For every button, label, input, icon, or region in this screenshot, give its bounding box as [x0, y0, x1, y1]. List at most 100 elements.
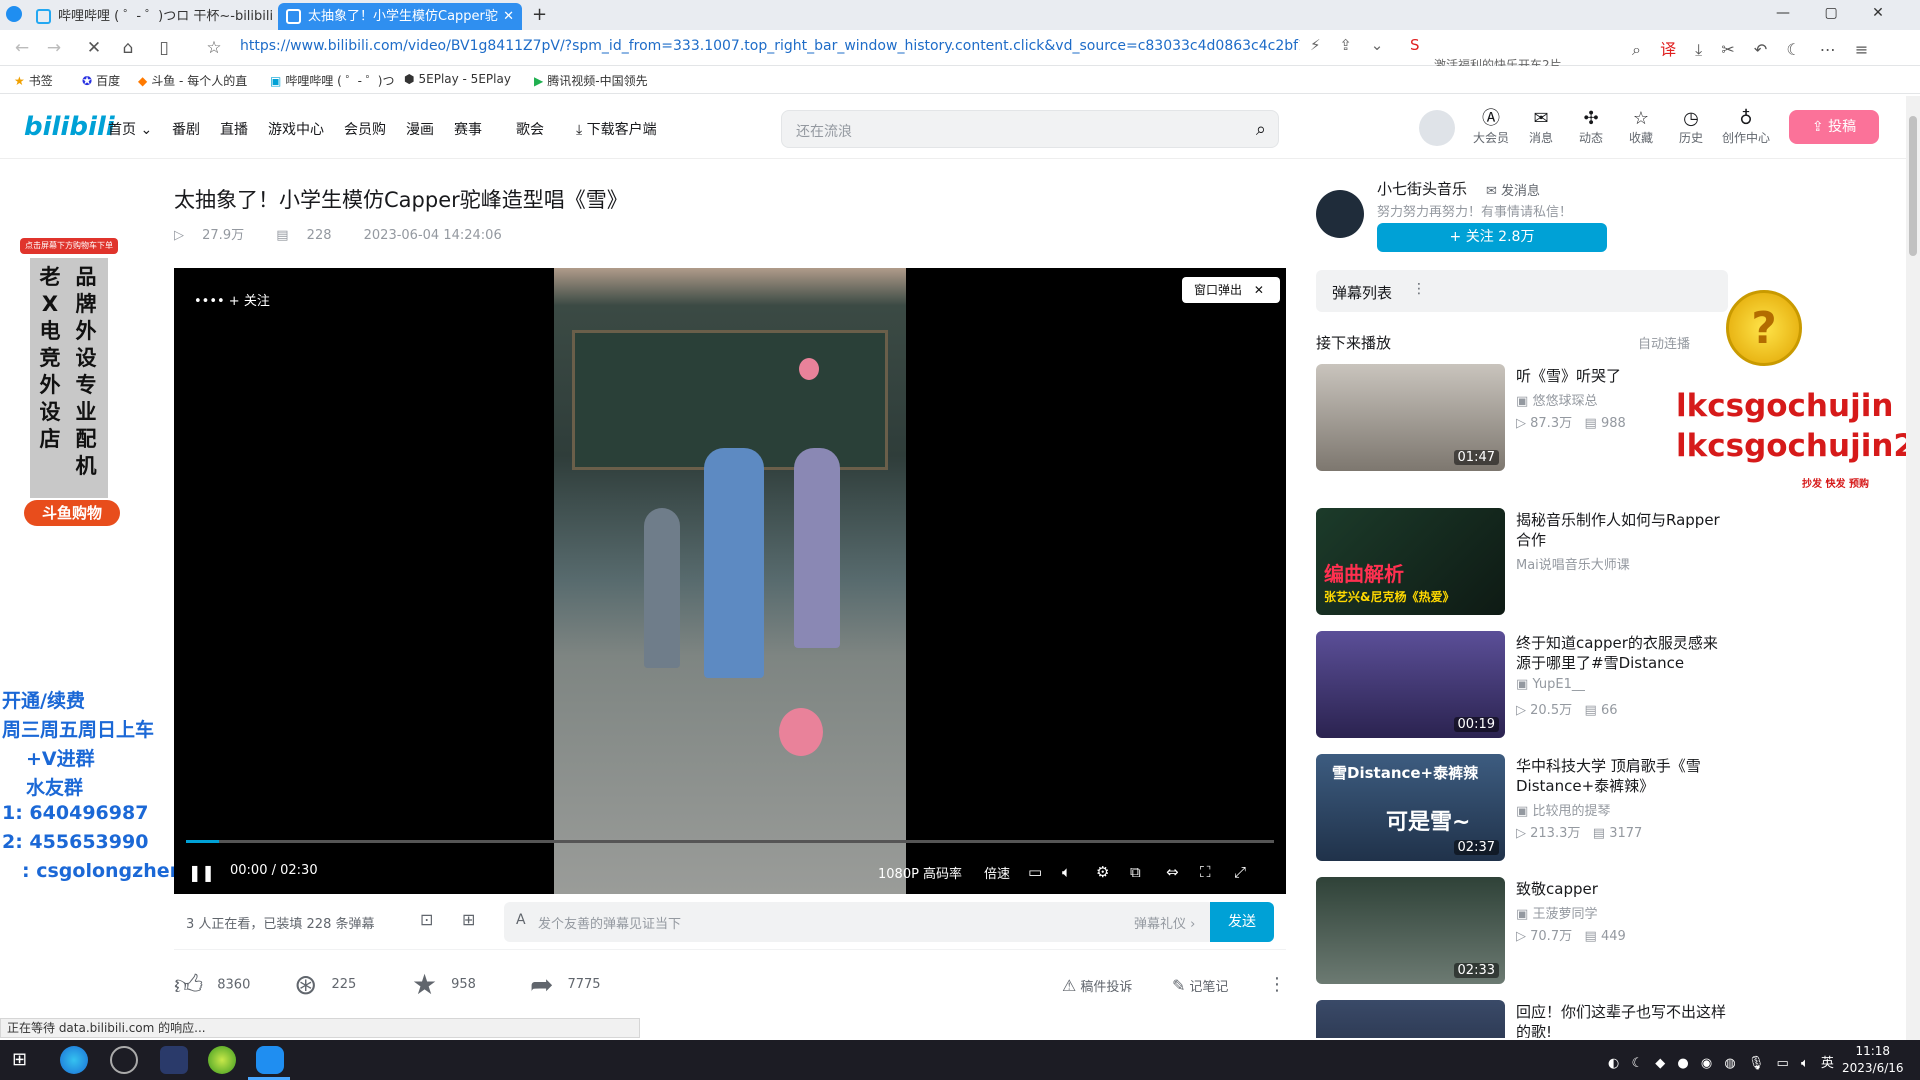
steam-icon[interactable]: [110, 1046, 138, 1074]
volume-icon[interactable]: 🔈︎: [1062, 863, 1071, 881]
video-player[interactable]: •••• + 关注 窗口弹出 ✕ ❚❚ 00:00 / 02:30 1080P …: [174, 268, 1286, 894]
5e-client-icon[interactable]: [160, 1046, 188, 1074]
tab-bilibili-home[interactable]: 哔哩哔哩 ( ゜- ゜)つロ 干杯~-bilibili: [28, 3, 273, 30]
search-icon[interactable]: ⌕: [1256, 119, 1266, 140]
danmaku-toggle-icon[interactable]: ⊡: [420, 910, 433, 929]
more-icon[interactable]: ⋯: [1820, 40, 1836, 59]
page-scrollbar[interactable]: [1906, 96, 1920, 1040]
quality-selector[interactable]: 1080P 高码率: [878, 863, 962, 882]
nav-mall[interactable]: 会员购: [344, 119, 386, 139]
bookmark-item[interactable]: ▣ 哔哩哔哩 ( ゜- ゜)つ: [270, 72, 394, 89]
header-history[interactable]: ◷ 历史: [1671, 109, 1711, 146]
pause-icon[interactable]: ❚❚: [188, 863, 215, 882]
header-dynamic[interactable]: ✣ 动态: [1571, 109, 1611, 146]
reading-mode-icon[interactable]: ▯: [152, 36, 176, 60]
new-tab-button[interactable]: +: [532, 4, 547, 25]
nav-live[interactable]: 直播: [220, 119, 248, 139]
close-icon[interactable]: ✕: [1254, 283, 1264, 297]
search-input[interactable]: 还在流浪 ⌕: [781, 110, 1279, 148]
tray-icon[interactable]: ◍: [1724, 1056, 1735, 1071]
tray-icon[interactable]: ●: [1677, 1056, 1688, 1071]
maximize-icon[interactable]: ▢: [1824, 5, 1837, 21]
nav-home[interactable]: 首页 ⌄: [108, 119, 152, 139]
send-message-link[interactable]: ✉ 发消息: [1486, 180, 1540, 199]
tab-current-video[interactable]: 太抽象了！小学生模仿Capper驼 ✕: [278, 3, 522, 30]
danmaku-list-toggle[interactable]: 弹幕列表 ⋮ ⌄: [1316, 270, 1728, 312]
bookmark-item[interactable]: ⬢ 5EPlay - 5EPlay: [404, 72, 511, 86]
bookmark-item[interactable]: ★ 书签: [14, 72, 53, 89]
close-tab-icon[interactable]: ✕: [503, 3, 514, 30]
popout-window-button[interactable]: 窗口弹出 ✕: [1182, 277, 1280, 303]
header-creator[interactable]: ♁ 创作中心: [1721, 109, 1771, 146]
search-icon[interactable]: ⌕: [1632, 40, 1641, 59]
recommended-video[interactable]: 02:33 致敬capper ▣ 王菠萝同学 ▷ 70.7万 ▤ 449: [1316, 877, 1728, 985]
favorite-button[interactable]: ★ 958: [412, 968, 476, 1001]
lightning-icon[interactable]: ⚡: [1310, 36, 1321, 54]
subtitle-icon[interactable]: ▭: [1028, 863, 1042, 881]
uploader-avatar[interactable]: [1316, 190, 1364, 238]
menu-icon[interactable]: ≡: [1855, 40, 1868, 59]
header-message[interactable]: ✉ 消息: [1521, 109, 1561, 146]
volume-icon[interactable]: 🔈︎: [1801, 1056, 1809, 1071]
bookmark-star-icon[interactable]: ☆: [202, 36, 226, 60]
bookmark-item[interactable]: ✪ 百度: [82, 72, 120, 89]
speed-selector[interactable]: 倍速: [984, 863, 1010, 882]
windows-start-icon[interactable]: ⊞: [12, 1049, 27, 1070]
recommended-video[interactable]: 回应！你们这辈子也写不出这样的歌!: [1316, 1000, 1728, 1038]
close-window-icon[interactable]: ✕: [1872, 5, 1884, 21]
avatar[interactable]: [1419, 110, 1455, 146]
tray-icon[interactable]: ◉: [1701, 1056, 1712, 1071]
coin-button[interactable]: ⊛ 225: [294, 968, 356, 1001]
translate-icon[interactable]: 译: [1660, 40, 1676, 59]
nav-concert[interactable]: 歌会: [516, 119, 544, 139]
send-danmaku-button[interactable]: 发送: [1210, 902, 1274, 942]
bookmark-item[interactable]: ▶ 腾讯视频-中国领先: [534, 72, 648, 89]
uploader-name[interactable]: 小七街头音乐: [1377, 178, 1467, 199]
night-mode-icon[interactable]: ☾: [1786, 40, 1800, 59]
search-engine-icon[interactable]: S: [1410, 36, 1420, 54]
follow-button[interactable]: + 关注 2.8万: [1377, 223, 1607, 252]
download-icon[interactable]: ⤓: [1695, 40, 1702, 59]
edge-icon[interactable]: [60, 1046, 88, 1074]
nav-esports[interactable]: 赛事: [454, 119, 482, 139]
nav-manga[interactable]: 漫画: [406, 119, 434, 139]
like-button[interactable]: 👍︎ 8360: [174, 968, 250, 1002]
danmaku-etiquette-link[interactable]: 弹幕礼仪 ›: [1134, 913, 1195, 932]
tray-icon[interactable]: ◐: [1608, 1056, 1619, 1071]
system-clock[interactable]: 11:18 2023/6/16: [1842, 1043, 1904, 1077]
bilibili-logo[interactable]: bilibili: [24, 112, 115, 142]
report-button[interactable]: ⚠ 稿件投诉: [1062, 976, 1132, 995]
fullscreen-icon[interactable]: ⤢: [1234, 863, 1246, 881]
more-options-icon[interactable]: ⋮: [1268, 974, 1286, 995]
tray-icon[interactable]: ◆: [1655, 1056, 1665, 1071]
app-icon[interactable]: [208, 1046, 236, 1074]
player-follow-button[interactable]: •••• + 关注: [194, 290, 270, 309]
recommended-video[interactable]: 01:47 听《雪》听哭了 ▣ 悠悠球琛总 ▷ 87.3万 ▤ 988: [1316, 364, 1728, 472]
browser-taskbar-icon[interactable]: [256, 1046, 284, 1074]
minimize-icon[interactable]: —: [1776, 5, 1790, 21]
bookmark-item[interactable]: ◆ 斗鱼 - 每个人的直: [138, 72, 247, 89]
pip-icon[interactable]: ⧉: [1130, 863, 1141, 881]
share-button[interactable]: ➦ 7775: [530, 968, 601, 1001]
font-style-icon[interactable]: A: [516, 912, 526, 928]
notes-button[interactable]: ✎ 记笔记: [1172, 976, 1228, 995]
progress-bar[interactable]: [186, 840, 1274, 843]
tools-icon[interactable]: ✂: [1721, 40, 1734, 59]
input-method[interactable]: 英: [1821, 1056, 1834, 1071]
danmaku-input[interactable]: A 发个友善的弹幕见证当下 弹幕礼仪 ›: [504, 902, 1214, 942]
network-icon[interactable]: ▭: [1777, 1056, 1789, 1071]
microphone-icon[interactable]: 🎙︎: [1748, 1056, 1765, 1071]
upload-button[interactable]: ⇪ 投稿: [1789, 110, 1879, 144]
header-favorites[interactable]: ☆ 收藏: [1621, 109, 1661, 146]
chevron-down-icon[interactable]: ⌄: [1371, 36, 1384, 54]
undo-icon[interactable]: ↶: [1754, 40, 1767, 59]
forward-icon[interactable]: →: [42, 36, 66, 60]
back-icon[interactable]: ←: [10, 36, 34, 60]
header-vip[interactable]: Ⓐ 大会员: [1471, 109, 1511, 146]
danmaku-settings-icon[interactable]: ⊞: [462, 910, 475, 929]
nav-game-center[interactable]: 游戏中心: [268, 119, 324, 139]
stop-loading-icon[interactable]: ✕: [82, 36, 106, 60]
nav-download-client[interactable]: ⤓ 下载客户端: [576, 119, 657, 139]
autoplay-toggle[interactable]: 自动连播: [1638, 333, 1690, 352]
wide-mode-icon[interactable]: ⇔: [1166, 863, 1179, 881]
